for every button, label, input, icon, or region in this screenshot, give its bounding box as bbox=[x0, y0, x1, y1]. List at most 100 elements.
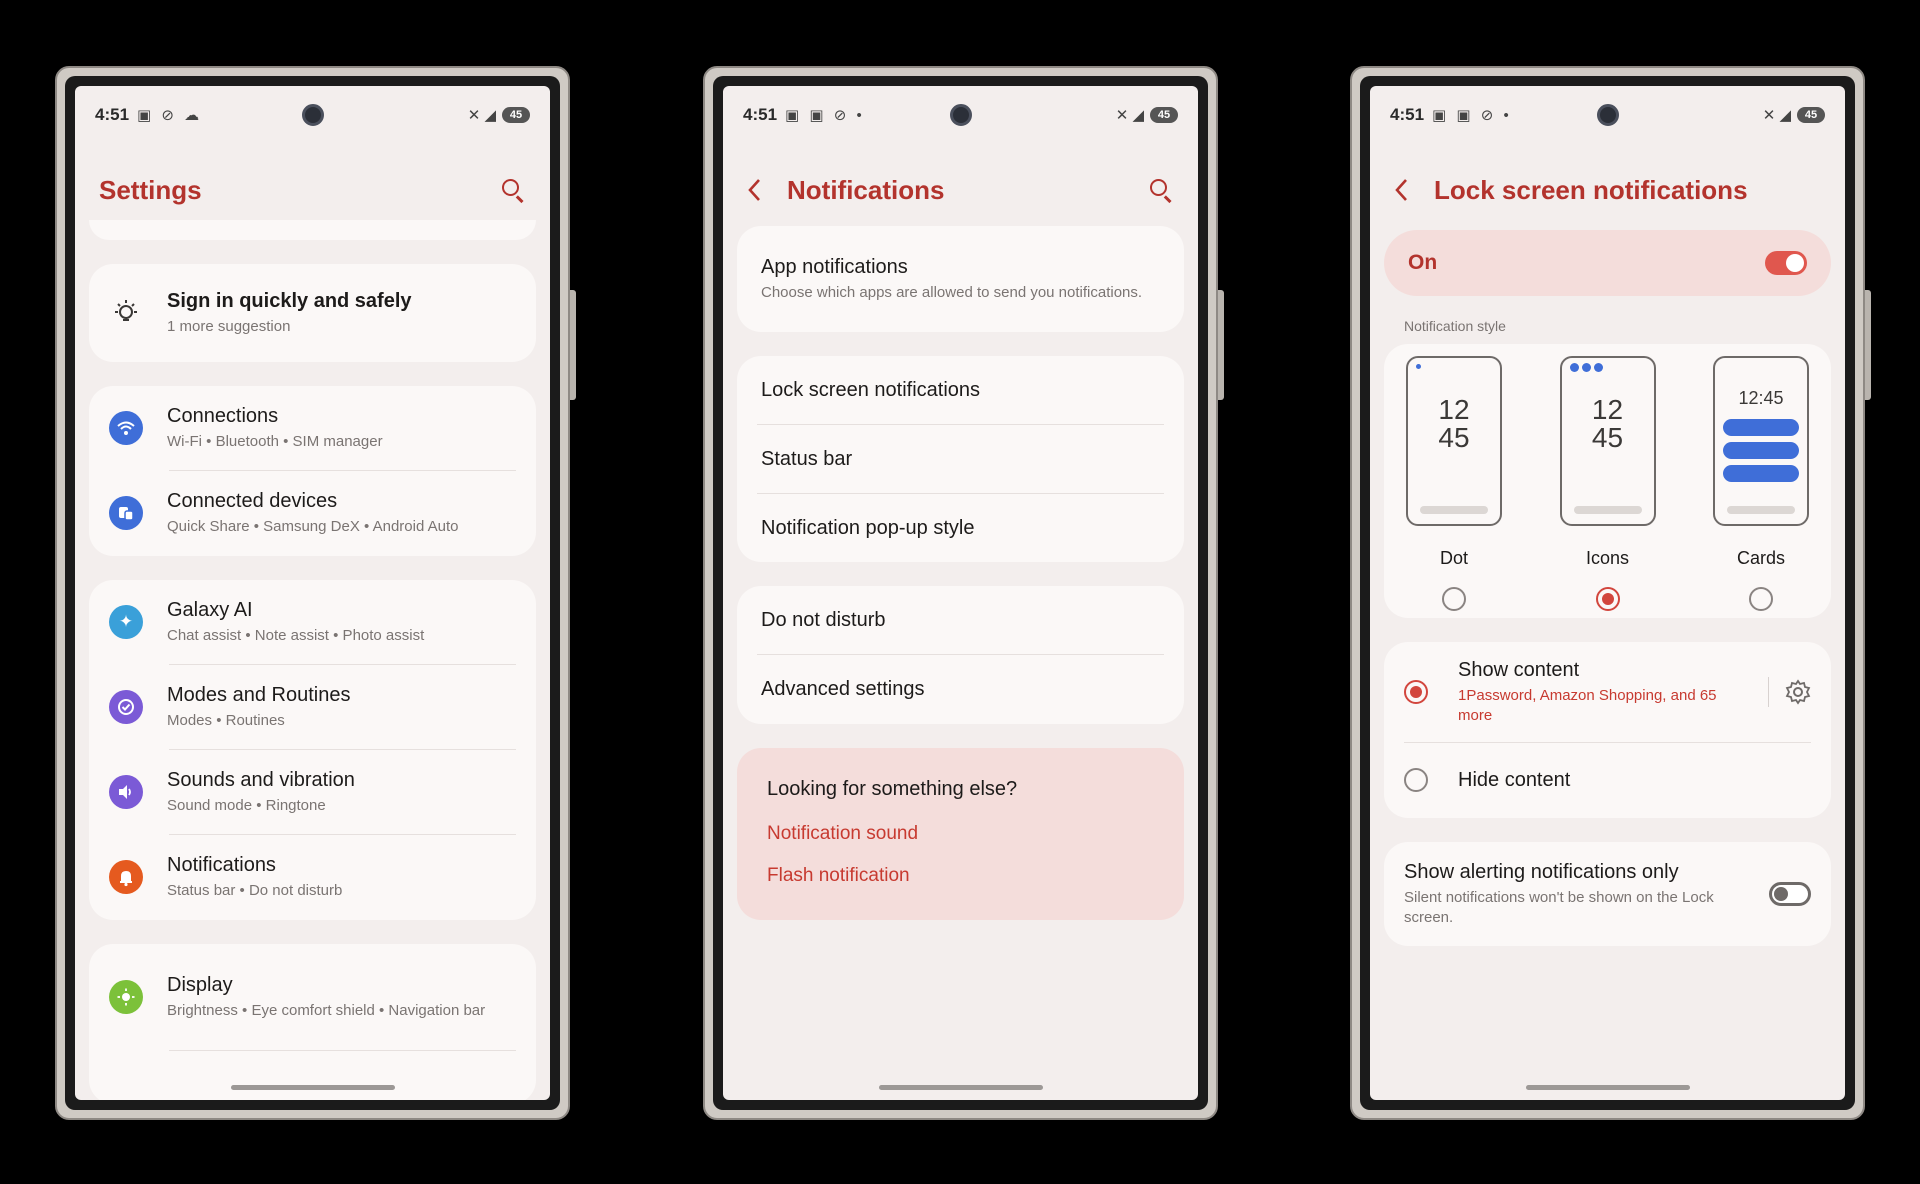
home-indicator[interactable] bbox=[230, 1085, 395, 1090]
section-label: Notification style bbox=[1404, 318, 1506, 334]
option-show-content[interactable]: Show content 1Password, Amazon Shopping,… bbox=[1384, 642, 1831, 742]
menu-item-lock-screen-notifications[interactable]: Lock screen notifications bbox=[737, 356, 1184, 424]
preview-clock-hours: 12 bbox=[1591, 394, 1624, 425]
notifications-group-3: Do not disturb Advanced settings bbox=[737, 586, 1184, 724]
item-subtitle: Modes • Routines bbox=[167, 711, 285, 729]
search-icon[interactable] bbox=[500, 177, 526, 203]
item-title: Display bbox=[167, 973, 233, 996]
preview-icons: 12 45 bbox=[1559, 356, 1656, 526]
side-button bbox=[1865, 290, 1871, 400]
option-hide-content[interactable]: Hide content bbox=[1384, 743, 1831, 817]
style-option-icons[interactable]: 12 45 Icons bbox=[1559, 356, 1656, 611]
phone-frame: 4:51 ▣ ▣ ⊘ • ✕ ◢ 45 Lock screen notifica… bbox=[1350, 66, 1865, 1120]
suggestion-heading: Looking for something else? bbox=[767, 778, 1018, 800]
back-arrow-icon[interactable] bbox=[1394, 178, 1412, 202]
panel-notifications: 4:51 ▣ ▣ ⊘ • ✕ ◢ 45 Notifications App no… bbox=[648, 0, 1274, 1184]
settings-item-notifications[interactable]: Notifications Status bar • Do not distur… bbox=[89, 835, 536, 919]
item-title: Modes and Routines bbox=[167, 683, 351, 706]
app-notifications-title: App notifications bbox=[761, 255, 908, 278]
notifications-group-2: Lock screen notifications Status bar Not… bbox=[737, 356, 1184, 562]
status-icons-left: ▣ ▣ ⊘ • bbox=[1432, 107, 1512, 124]
hide-content-title: Hide content bbox=[1458, 768, 1571, 791]
camera-cutout bbox=[301, 104, 324, 126]
menu-item-status-bar[interactable]: Status bar bbox=[737, 425, 1184, 493]
lightbulb-icon bbox=[109, 296, 143, 330]
panel-settings: 4:51 ▣ ⊘ ☁ ✕ ◢ 45 Settings Sign in quick… bbox=[0, 0, 626, 1184]
item-subtitle: Sound mode • Ringtone bbox=[167, 796, 326, 814]
alerting-toggle[interactable] bbox=[1769, 882, 1811, 906]
back-arrow-icon[interactable] bbox=[747, 178, 765, 202]
link-notification-sound[interactable]: Notification sound bbox=[767, 823, 1154, 845]
alerting-title: Show alerting notifications only bbox=[1404, 860, 1679, 883]
notification-style-card: 12 45 Dot 12 45 Icons 12:45 Cards bbox=[1384, 344, 1831, 618]
item-title: Advanced settings bbox=[761, 677, 925, 700]
settings-item-galaxy-ai[interactable]: ✦ Galaxy AI Chat assist • Note assist • … bbox=[89, 580, 536, 664]
radio-show-content[interactable] bbox=[1404, 680, 1428, 704]
settings-item-connections[interactable]: Connections Wi-Fi • Bluetooth • SIM mana… bbox=[89, 386, 536, 470]
master-switch-bar[interactable]: On bbox=[1384, 230, 1831, 296]
notifications-screen: 4:51 ▣ ▣ ⊘ • ✕ ◢ 45 Notifications App no… bbox=[723, 86, 1198, 1100]
link-flash-notification[interactable]: Flash notification bbox=[767, 865, 1154, 887]
radio-hide-content[interactable] bbox=[1404, 768, 1428, 792]
item-title: Sounds and vibration bbox=[167, 768, 355, 791]
radio-cards[interactable] bbox=[1749, 587, 1773, 611]
item-subtitle: Status bar • Do not disturb bbox=[167, 881, 343, 899]
item-title: Notification pop-up style bbox=[761, 516, 975, 539]
search-bar-partial[interactable] bbox=[89, 220, 536, 240]
app-notifications-card[interactable]: App notifications Choose which apps are … bbox=[737, 226, 1184, 332]
settings-group-1: Connections Wi-Fi • Bluetooth • SIM mana… bbox=[89, 386, 536, 556]
item-title: Status bar bbox=[761, 447, 853, 470]
master-toggle[interactable] bbox=[1765, 251, 1807, 275]
item-title: Notifications bbox=[167, 853, 276, 876]
item-subtitle: Quick Share • Samsung DeX • Android Auto bbox=[167, 517, 459, 535]
status-icons-left: ▣ ⊘ ☁ bbox=[137, 107, 203, 124]
settings-item-modes-routines[interactable]: Modes and Routines Modes • Routines bbox=[89, 665, 536, 749]
devices-icon bbox=[109, 496, 143, 530]
item-subtitle: Chat assist • Note assist • Photo assist bbox=[167, 626, 425, 644]
item-title: Do not disturb bbox=[761, 608, 886, 631]
settings-item-connected-devices[interactable]: Connected devices Quick Share • Samsung … bbox=[89, 471, 536, 555]
battery-icon: 45 bbox=[502, 107, 530, 123]
item-title: Connections bbox=[167, 404, 279, 427]
radio-icons[interactable] bbox=[1595, 587, 1620, 611]
status-icons-right: ✕ ◢ bbox=[1762, 107, 1791, 124]
suggestion-subtitle: 1 more suggestion bbox=[167, 317, 291, 335]
panel-lock-screen-notifications: 4:51 ▣ ▣ ⊘ • ✕ ◢ 45 Lock screen notifica… bbox=[1295, 0, 1920, 1184]
search-icon[interactable] bbox=[1148, 177, 1174, 203]
settings-group-2: ✦ Galaxy AI Chat assist • Note assist • … bbox=[89, 580, 536, 920]
alerting-only-card[interactable]: Show alerting notifications only Silent … bbox=[1384, 842, 1831, 946]
settings-titlebar: Settings bbox=[99, 168, 526, 212]
item-title: Galaxy AI bbox=[167, 598, 253, 621]
settings-item-display[interactable]: Display Brightness • Eye comfort shield … bbox=[89, 944, 536, 1050]
notifications-titlebar: Notifications bbox=[747, 168, 1174, 212]
lock-screen-titlebar: Lock screen notifications bbox=[1394, 168, 1821, 212]
camera-cutout bbox=[1596, 104, 1619, 126]
style-option-dot[interactable]: 12 45 Dot bbox=[1406, 356, 1502, 611]
app-notifications-subtitle: Choose which apps are allowed to send yo… bbox=[761, 283, 1143, 301]
menu-item-advanced-settings[interactable]: Advanced settings bbox=[737, 655, 1184, 723]
suggestion-card[interactable]: Sign in quickly and safely 1 more sugges… bbox=[89, 264, 536, 362]
style-label: Icons bbox=[1585, 548, 1630, 568]
preview-clock-minutes: 45 bbox=[1438, 422, 1470, 453]
page-title: Notifications bbox=[787, 174, 945, 205]
menu-item-notification-popup-style[interactable]: Notification pop-up style bbox=[737, 494, 1184, 562]
preview-clock-minutes: 45 bbox=[1591, 422, 1624, 453]
preview-dot: 12 45 bbox=[1406, 356, 1502, 526]
suggestion-title: Sign in quickly and safely bbox=[167, 289, 412, 312]
settings-screen: 4:51 ▣ ⊘ ☁ ✕ ◢ 45 Settings Sign in quick… bbox=[75, 86, 550, 1100]
show-content-subtitle: 1Password, Amazon Shopping, and 65 more bbox=[1458, 686, 1717, 724]
side-button bbox=[570, 290, 576, 400]
show-content-title: Show content bbox=[1458, 658, 1580, 681]
settings-item-sounds-vibration[interactable]: Sounds and vibration Sound mode • Ringto… bbox=[89, 750, 536, 834]
preview-cards: 12:45 bbox=[1713, 356, 1809, 526]
home-indicator[interactable] bbox=[1525, 1085, 1690, 1090]
sun-icon bbox=[109, 980, 143, 1014]
style-option-cards[interactable]: 12:45 Cards bbox=[1713, 356, 1809, 611]
gear-icon[interactable] bbox=[1785, 679, 1811, 705]
home-indicator[interactable] bbox=[878, 1085, 1043, 1090]
radio-dot[interactable] bbox=[1442, 587, 1466, 611]
preview-clock-hours: 12 bbox=[1438, 394, 1470, 425]
battery-icon: 45 bbox=[1150, 107, 1178, 123]
status-icons-right: ✕ ◢ bbox=[467, 107, 496, 124]
menu-item-do-not-disturb[interactable]: Do not disturb bbox=[737, 586, 1184, 654]
